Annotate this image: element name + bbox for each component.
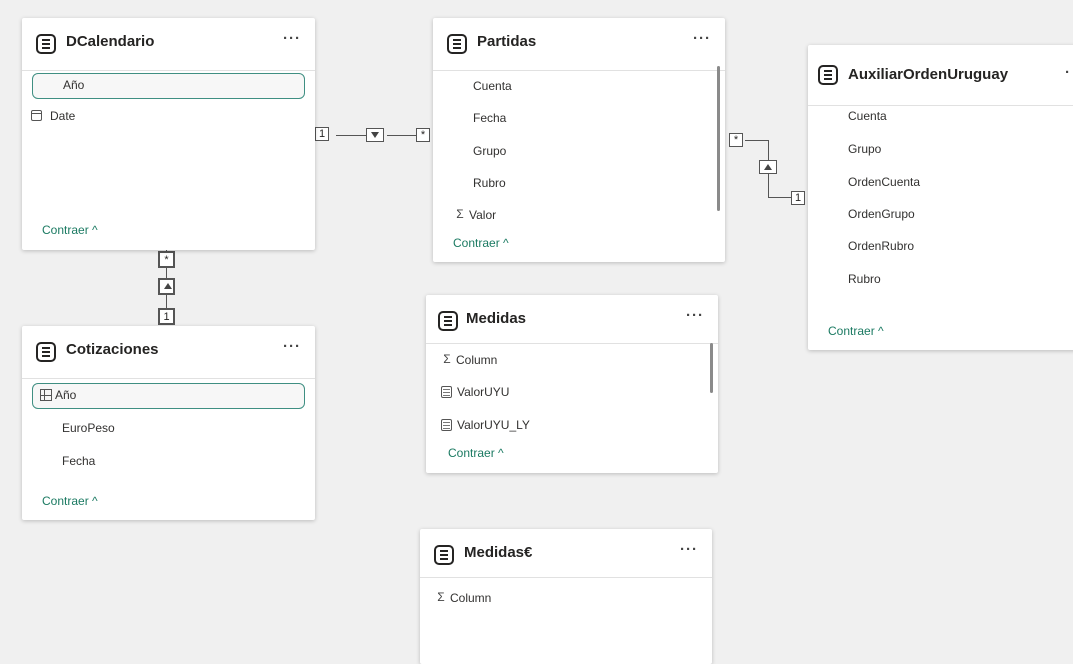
field-fecha[interactable]: Fecha	[443, 105, 715, 131]
field-ano[interactable]: Año	[32, 73, 305, 99]
relationship-line[interactable]	[336, 135, 370, 136]
field-valoruyu[interactable]: ValorUYU	[436, 379, 708, 405]
collapse-link[interactable]: Contraer ^	[42, 494, 98, 508]
field-ano[interactable]: Año	[32, 383, 305, 409]
calendar-icon	[31, 110, 42, 121]
relationship-line[interactable]	[387, 135, 417, 136]
field-label: EuroPeso	[62, 421, 115, 435]
relationship-one-label: 1	[315, 127, 329, 141]
relationship-one-label: 1	[791, 191, 805, 205]
more-options-button[interactable]: ···	[680, 541, 698, 558]
field-label: Column	[456, 353, 498, 367]
filter-direction-arrow[interactable]	[158, 278, 175, 295]
field-ordengrupo[interactable]: OrdenGrupo	[818, 201, 1073, 227]
table-card-medidas-eur[interactable]: Medidas€ ··· Σ Column	[420, 529, 712, 664]
field-label: OrdenGrupo	[848, 207, 915, 221]
field-valoruyu-ly[interactable]: ValorUYU_LY	[436, 412, 708, 438]
calculator-icon	[441, 386, 452, 398]
table-title: Partidas	[477, 33, 537, 50]
field-ordenrubro[interactable]: OrdenRubro	[818, 233, 1073, 259]
collapse-link[interactable]: Contraer ^	[828, 324, 884, 338]
field-label: Fecha	[62, 454, 96, 468]
field-grupo[interactable]: Grupo	[818, 136, 1073, 162]
field-label: Año	[55, 388, 77, 402]
field-label: Grupo	[848, 142, 882, 156]
field-label: Año	[63, 78, 85, 92]
table-icon	[36, 34, 56, 54]
table-card-header[interactable]: Medidas ···	[426, 295, 718, 344]
sigma-icon: Σ	[437, 590, 445, 604]
collapse-link[interactable]: Contraer ^	[42, 223, 98, 237]
table-card-dcalendario[interactable]: DCalendario ··· Año Date Contraer ^	[22, 18, 315, 250]
filter-direction-arrow[interactable]	[366, 128, 384, 142]
table-title: AuxiliarOrdenUruguay	[848, 66, 1009, 83]
more-options-button[interactable]: ···	[686, 307, 704, 324]
table-card-header[interactable]: AuxiliarOrdenUruguay ·	[808, 45, 1073, 106]
relationship-many-label: *	[158, 251, 175, 268]
table-card-header[interactable]: DCalendario ···	[22, 18, 315, 71]
field-ordencuenta[interactable]: OrdenCuenta	[818, 169, 1073, 195]
table-title: Medidas€	[464, 544, 533, 561]
more-options-button[interactable]: ···	[693, 30, 711, 47]
table-card-header[interactable]: Medidas€ ···	[420, 529, 712, 578]
table-card-header[interactable]: Cotizaciones ···	[22, 326, 315, 379]
table-card-header[interactable]: Partidas ···	[433, 18, 725, 71]
scrollbar[interactable]	[710, 343, 713, 393]
relationship-one-label: 1	[158, 308, 175, 325]
table-icon	[818, 65, 838, 85]
more-options-button[interactable]: ···	[283, 30, 301, 47]
field-column[interactable]: Σ Column	[430, 585, 702, 611]
table-card-cotizaciones[interactable]: Cotizaciones ··· Año EuroPeso Fecha Cont…	[22, 326, 315, 520]
table-title: Medidas	[466, 310, 527, 327]
field-cuenta[interactable]: Cuenta	[443, 73, 715, 99]
field-fecha[interactable]: Fecha	[32, 448, 305, 474]
field-label: Grupo	[473, 144, 507, 158]
field-label: Valor	[469, 208, 497, 222]
table-icon	[447, 34, 467, 54]
field-column[interactable]: Σ Column	[436, 347, 708, 373]
table-icon	[36, 342, 56, 362]
field-label: Rubro	[848, 272, 881, 286]
scrollbar[interactable]	[717, 66, 720, 211]
field-label: OrdenRubro	[848, 239, 915, 253]
filter-direction-arrow[interactable]	[759, 160, 777, 174]
field-europeso[interactable]: EuroPeso	[32, 415, 305, 441]
field-cuenta[interactable]: Cuenta	[818, 103, 1073, 129]
sigma-icon: Σ	[443, 352, 451, 366]
collapse-link[interactable]: Contraer ^	[453, 236, 509, 250]
table-card-auxiliarordenuruguay[interactable]: AuxiliarOrdenUruguay · Cuenta Grupo Orde…	[808, 45, 1073, 350]
sigma-icon: Σ	[456, 207, 464, 221]
table-card-medidas[interactable]: Medidas ··· Σ Column ValorUYU ValorUYU_L…	[426, 295, 718, 473]
collapse-link[interactable]: Contraer ^	[448, 446, 504, 460]
field-label: Fecha	[473, 111, 507, 125]
field-valor[interactable]: Σ Valor	[443, 202, 715, 228]
table-icon	[434, 545, 454, 565]
field-label: OrdenCuenta	[848, 175, 921, 189]
field-label: Cuenta	[473, 79, 512, 93]
field-label: Rubro	[473, 176, 506, 190]
relationship-line[interactable]	[768, 197, 792, 198]
field-label: ValorUYU_LY	[457, 418, 530, 432]
field-rubro[interactable]: Rubro	[818, 266, 1073, 292]
more-options-button[interactable]: ···	[283, 338, 301, 355]
table-card-partidas[interactable]: Partidas ··· Cuenta Fecha Grupo Rubro Σ …	[433, 18, 725, 262]
field-label: Cuenta	[848, 109, 887, 123]
model-canvas[interactable]: 1 * * 1 * 1 DCalendario ··· Año Date Con…	[0, 0, 1073, 664]
field-date[interactable]: Date	[31, 103, 305, 129]
field-rubro[interactable]: Rubro	[443, 170, 715, 196]
field-grupo[interactable]: Grupo	[443, 138, 715, 164]
more-options-button[interactable]: ·	[1065, 64, 1071, 81]
relationship-many-label: *	[729, 133, 743, 147]
table-icon	[438, 311, 458, 331]
table-title: Cotizaciones	[66, 341, 159, 358]
calculator-icon	[441, 419, 452, 431]
relationship-line[interactable]	[745, 140, 769, 141]
relationship-many-label: *	[416, 128, 430, 142]
field-label: Date	[50, 109, 76, 123]
field-label: ValorUYU	[457, 385, 510, 399]
hierarchy-icon	[40, 389, 52, 401]
field-label: Column	[450, 591, 492, 605]
table-title: DCalendario	[66, 33, 155, 50]
